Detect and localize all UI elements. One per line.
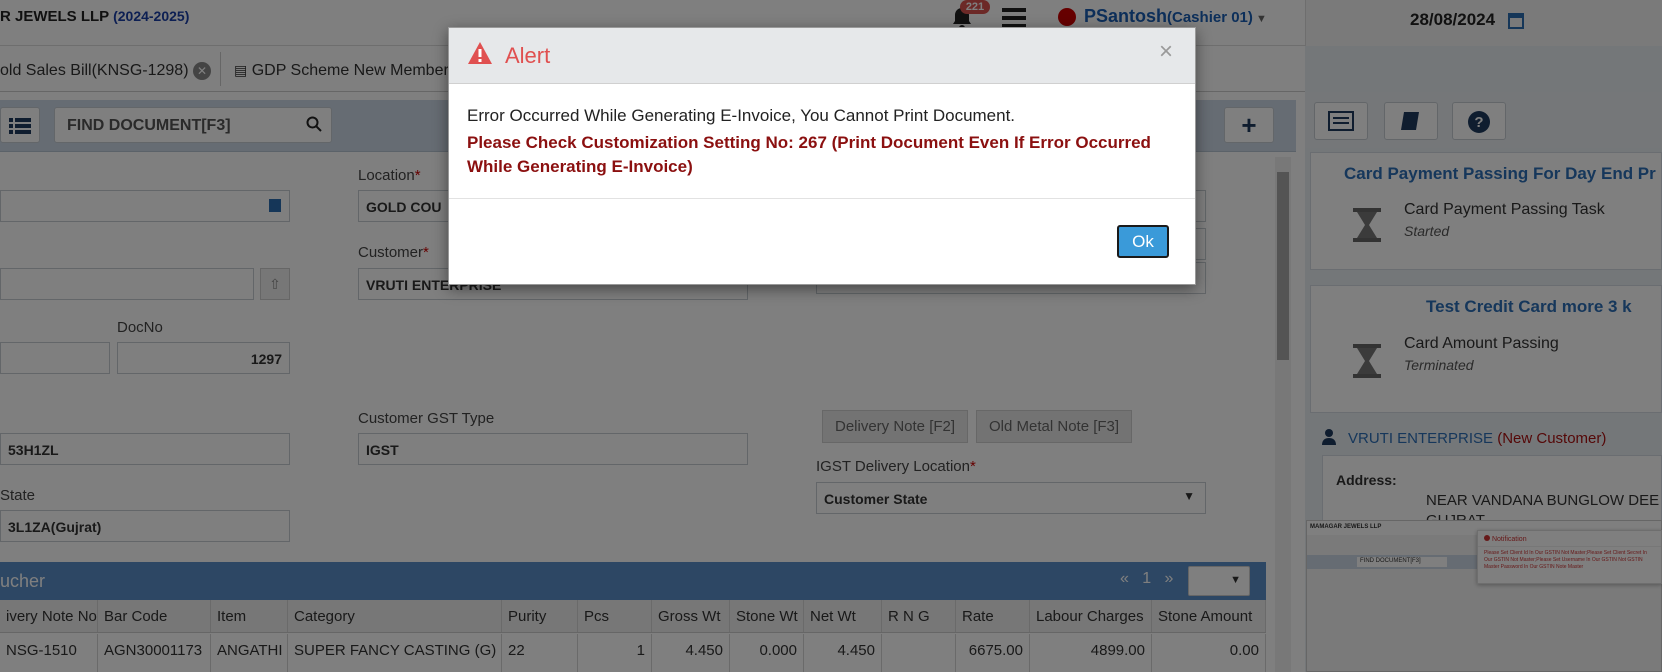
alert-detail: Please Check Customization Setting No: 2… [467, 133, 1151, 176]
close-icon[interactable]: × [1159, 38, 1173, 66]
alert-dialog: Alert × Error Occurred While Generating … [448, 27, 1196, 285]
alert-message: Error Occurred While Generating E-Invoic… [467, 106, 1016, 125]
alert-header [449, 28, 1195, 84]
modal-divider [449, 198, 1195, 199]
ok-button[interactable]: Ok [1117, 225, 1169, 258]
warning-icon [467, 41, 493, 68]
alert-title: Alert [505, 43, 551, 68]
